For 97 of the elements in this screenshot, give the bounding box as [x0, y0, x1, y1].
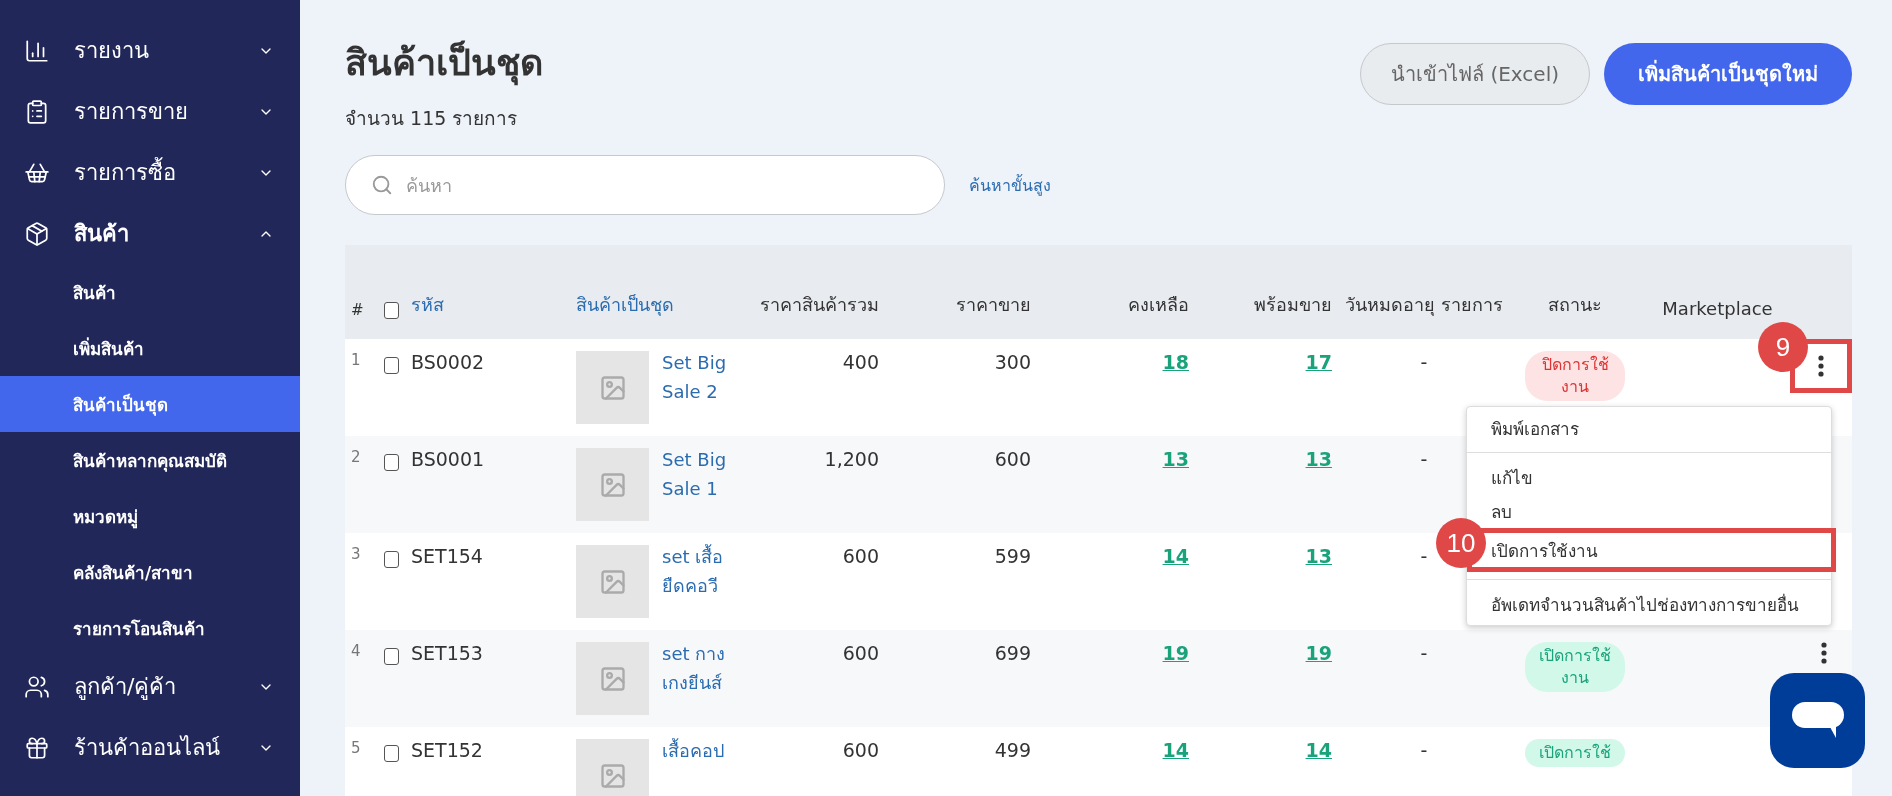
- menu-category-icon: [24, 220, 50, 247]
- product-name-link[interactable]: เสื้อคอป: [662, 736, 734, 765]
- total-price: 400: [842, 351, 879, 373]
- product-name-link[interactable]: set เสื้อ ยืดคอวี: [662, 542, 734, 600]
- available-link[interactable]: 13: [1305, 448, 1332, 470]
- menu-category-icon: [24, 98, 50, 125]
- sidebar-subitem[interactable]: สินค้าเป็นชุด: [0, 376, 300, 432]
- product-code: BS0001: [411, 448, 485, 470]
- column-header: Marketplace: [1662, 298, 1773, 319]
- row-checkbox[interactable]: [384, 551, 399, 568]
- stock-link[interactable]: 14: [1162, 545, 1189, 567]
- menu-category-icon: [24, 734, 50, 761]
- product-name-link[interactable]: set กาง เกงยีนส์: [662, 639, 734, 697]
- sidebar-item[interactable]: รายงาน: [0, 20, 300, 81]
- expiry-date: -: [1420, 351, 1428, 373]
- expiry-date: -: [1420, 642, 1428, 664]
- total-price: 600: [842, 642, 879, 664]
- row-checkbox[interactable]: [384, 454, 399, 471]
- image-icon: [598, 470, 627, 499]
- total-price: 1,200: [824, 448, 879, 470]
- expiry-date: -: [1420, 739, 1428, 761]
- more-icon[interactable]: [1820, 642, 1827, 664]
- menu-category-icon: [24, 37, 50, 64]
- available-link[interactable]: 13: [1305, 545, 1332, 567]
- sidebar-subitem[interactable]: รายการโอนสินค้า: [0, 600, 300, 656]
- sidebar-subitem[interactable]: สินค้า: [0, 264, 300, 320]
- search-icon: [371, 174, 393, 196]
- row-checkbox[interactable]: [384, 745, 399, 762]
- column-header: พร้อมขาย: [1254, 293, 1332, 317]
- row-checkbox[interactable]: [384, 648, 399, 665]
- row-number: 2: [351, 448, 361, 466]
- import-button[interactable]: นำเข้าไฟล์ (Excel): [1360, 43, 1590, 105]
- product-code: SET153: [411, 642, 483, 664]
- row-checkbox[interactable]: [384, 357, 399, 374]
- menu-item[interactable]: อัพเดทจำนวนสินค้าไปช่องทางการขายอื่น: [1491, 590, 1799, 618]
- select-all-checkbox[interactable]: [384, 302, 399, 319]
- status-badge: ปิดการใช้งาน: [1525, 351, 1625, 401]
- available-link[interactable]: 17: [1305, 351, 1332, 373]
- available-link[interactable]: 14: [1305, 739, 1332, 761]
- available-link[interactable]: 19: [1305, 642, 1332, 664]
- image-icon: [598, 761, 627, 790]
- column-header: คงเหลือ: [1128, 293, 1189, 317]
- column-header[interactable]: รหัส: [411, 290, 444, 319]
- row-number: 5: [351, 739, 361, 757]
- menu-item[interactable]: เปิดการใช้งาน: [1491, 536, 1598, 564]
- total-price: 600: [842, 739, 879, 761]
- advanced-search-link[interactable]: ค้นหาขั้นสูง: [969, 172, 1051, 198]
- stock-link[interactable]: 14: [1162, 739, 1189, 761]
- sidebar-item[interactable]: รายการซื้อ: [0, 142, 300, 203]
- stock-link[interactable]: 13: [1162, 448, 1189, 470]
- menu-category-icon: [24, 673, 50, 700]
- sidebar-item[interactable]: รายการขาย: [0, 81, 300, 142]
- product-code: SET154: [411, 545, 483, 567]
- column-header: ราคาสินค้ารวม: [760, 293, 879, 317]
- search-field[interactable]: ค้นหา: [345, 155, 945, 215]
- column-header: #: [351, 301, 364, 319]
- sidebar-subitem[interactable]: เพิ่มสินค้า: [0, 320, 300, 376]
- row-number: 4: [351, 642, 361, 660]
- menu-item[interactable]: ลบ: [1491, 497, 1512, 525]
- sidebar-item[interactable]: สินค้า: [0, 203, 300, 264]
- stock-link[interactable]: 18: [1162, 351, 1189, 373]
- product-name-link[interactable]: Set Big Sale 1: [662, 445, 734, 503]
- total-price: 600: [842, 545, 879, 567]
- stock-link[interactable]: 19: [1162, 642, 1189, 664]
- sidebar-subitem[interactable]: หมวดหมู่: [0, 488, 300, 544]
- column-header: ราคาขาย: [956, 293, 1031, 317]
- page-title: สินค้าเป็นชุด: [345, 34, 543, 91]
- row-number: 1: [351, 351, 361, 369]
- sidebar-subitem[interactable]: คลังสินค้า/สาขา: [0, 544, 300, 600]
- image-icon: [598, 664, 627, 693]
- add-button[interactable]: เพิ่มสินค้าเป็นชุดใหม่: [1604, 43, 1852, 105]
- row-number: 3: [351, 545, 361, 563]
- sidebar-item[interactable]: ร้านค้าออนไลน์: [0, 717, 300, 778]
- sale-price: 599: [994, 545, 1031, 567]
- column-header[interactable]: สินค้าเป็นชุด: [576, 290, 674, 319]
- item-count: จำนวน 115 รายการ: [345, 106, 519, 131]
- product-code: SET152: [411, 739, 483, 761]
- chat-button[interactable]: [1770, 673, 1865, 768]
- column-header: สถานะ: [1548, 293, 1602, 317]
- column-header: วันหมดอายุ รายการ: [1345, 293, 1503, 318]
- product-code: BS0002: [411, 351, 485, 373]
- sale-price: 300: [994, 351, 1031, 373]
- menu-item[interactable]: แก้ไข: [1491, 463, 1533, 491]
- expiry-date: -: [1420, 545, 1428, 567]
- product-name-link[interactable]: Set Big Sale 2: [662, 348, 734, 406]
- more-icon[interactable]: [1818, 355, 1824, 377]
- sale-price: 699: [994, 642, 1031, 664]
- image-icon: [598, 373, 627, 402]
- status-badge: เปิดการใช้งาน: [1525, 642, 1625, 692]
- sale-price: 600: [994, 448, 1031, 470]
- expiry-date: -: [1420, 448, 1428, 470]
- status-badge: เปิดการใช้: [1525, 739, 1625, 767]
- sale-price: 499: [994, 739, 1031, 761]
- sidebar-item[interactable]: ลูกค้า/คู่ค้า: [0, 656, 300, 717]
- image-icon: [598, 567, 627, 596]
- sidebar-subitem[interactable]: สินค้าหลากคุณสมบัติ: [0, 432, 300, 488]
- menu-item[interactable]: พิมพ์เอกสาร: [1491, 414, 1579, 442]
